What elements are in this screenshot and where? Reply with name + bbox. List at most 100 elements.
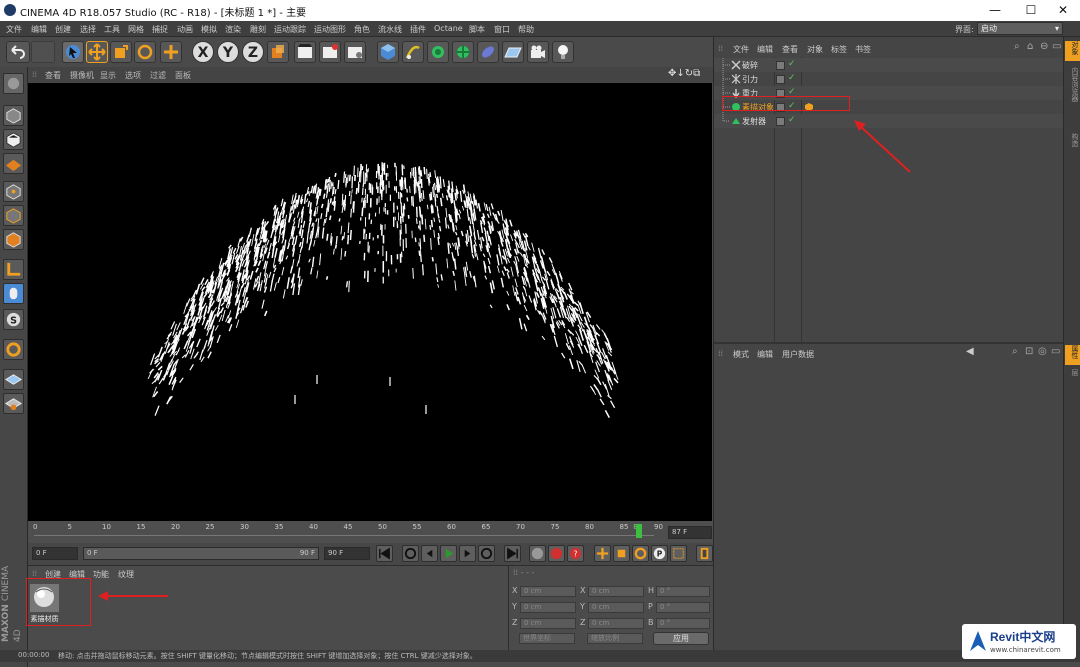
locked-workplane-button[interactable] [3,339,24,360]
axis-mode-button[interactable] [3,259,24,280]
select-tool-button[interactable] [62,41,84,63]
end-frame-field[interactable]: 90 F [324,547,370,560]
tab-attributes[interactable]: 属性 [1065,345,1080,365]
menu-octane[interactable]: Octane [434,24,463,33]
y-axis-lock-button[interactable]: Y [217,41,239,63]
scale-tool-button[interactable] [110,41,132,63]
menu-character[interactable]: 角色 [354,24,370,35]
menu-pipeline[interactable]: 流水线 [378,24,402,35]
menu-render[interactable]: 渲染 [225,24,241,35]
menu-window[interactable]: 窗口 [494,24,510,35]
pen-button[interactable] [402,41,424,63]
attribute-menu-edit[interactable]: 编辑 [757,349,773,360]
viewport-menu-options[interactable]: 选项 [125,70,141,81]
range-slider[interactable]: 0 F90 F [83,547,319,560]
planar-workplane-button[interactable] [3,369,24,390]
size-z-field[interactable]: 0 cm [588,618,644,629]
coord-mode-select[interactable]: 世界坐标 [519,633,575,644]
maximize-button[interactable]: ☐ [1014,0,1048,21]
render-settings-button[interactable] [344,41,366,63]
object-menu-view[interactable]: 查看 [782,44,798,55]
enabled-check-icon[interactable]: ✓ [788,59,796,69]
grid-workplane-button[interactable] [3,393,24,414]
light-button[interactable] [552,41,574,63]
menu-plugins[interactable]: 插件 [410,24,426,35]
key-pla-button[interactable] [670,545,687,562]
menu-motion-tracking[interactable]: 运动跟踪 [274,24,306,35]
next-key-button[interactable] [478,545,495,562]
menu-mograph[interactable]: 运动图形 [314,24,346,35]
current-frame-field[interactable]: 87 F [668,526,712,539]
menu-sculpt[interactable]: 雕刻 [250,24,266,35]
close-button[interactable]: ✕ [1046,0,1080,21]
menu-mesh[interactable]: 网格 [128,24,144,35]
visibility-toggle[interactable] [776,117,785,126]
attribute-menu-userdata[interactable]: 用户数据 [782,349,814,360]
enabled-check-icon[interactable]: ✓ [788,73,796,83]
menu-simulate[interactable]: 模拟 [201,24,217,35]
render-view-button[interactable] [294,41,316,63]
rot-b-field[interactable]: 0 ° [656,618,710,629]
tab-structure[interactable]: 构造 [1065,133,1080,147]
cube-button[interactable] [377,41,399,63]
menu-animate[interactable]: 动画 [177,24,193,35]
viewport-menu-panel[interactable]: 面板 [175,70,191,81]
subdivision-button[interactable] [427,41,449,63]
undo-button[interactable] [6,41,30,63]
move-tool-button[interactable] [86,41,108,63]
object-row-shatter[interactable]: 破碎 ✓ [714,58,1064,72]
viewport-menu-view[interactable]: 查看 [45,70,61,81]
viewport-nav-icons[interactable]: ✥↓↻⧉ [668,68,700,79]
cloner-button[interactable] [452,41,474,63]
play-button[interactable] [440,545,457,562]
camera-button[interactable] [527,41,549,63]
pos-x-field[interactable]: 0 cm [520,586,576,597]
material-menu-texture[interactable]: 纹理 [118,569,134,580]
texture-mode-button[interactable] [3,129,24,150]
search-icon[interactable]: ⌕ [1014,41,1020,52]
record-pos-button[interactable] [529,545,546,562]
back-arrow-icon[interactable]: ◀ [966,346,974,357]
autokey-button[interactable] [548,545,565,562]
layout-select[interactable]: 启动▾ [977,22,1063,35]
size-x-field[interactable]: 0 cm [588,586,644,597]
x-axis-lock-button[interactable]: X [192,41,214,63]
z-axis-lock-button[interactable]: Z [242,41,264,63]
deformer-button[interactable] [477,41,499,63]
viewport-menu-filter[interactable]: 过滤 [150,70,166,81]
menu-select[interactable]: 选择 [80,24,96,35]
home-icon[interactable]: ⌂ [1027,41,1033,52]
key-position-button[interactable] [594,545,611,562]
redo-button[interactable] [31,41,55,63]
object-menu-tags[interactable]: 标签 [831,44,847,55]
points-mode-button[interactable] [3,181,24,202]
target-icon[interactable]: ◎ [1038,346,1047,357]
edges-mode-button[interactable] [3,205,24,226]
minimize-button[interactable]: — [978,0,1012,21]
rot-h-field[interactable]: 0 ° [656,586,710,597]
snap-button[interactable]: S [3,309,24,330]
filter-icon[interactable]: ⊖ [1040,41,1048,52]
viewport-menu-cameras[interactable]: 摄像机 [70,70,94,81]
viewport-menu-display[interactable]: 显示 [100,70,116,81]
menu-file[interactable]: 文件 [6,24,22,35]
pos-z-field[interactable]: 0 cm [520,618,576,629]
polygons-mode-button[interactable] [3,229,24,250]
timeline-ruler[interactable]: 05101520253035404550556065707580858790 8… [28,521,713,543]
menu-help[interactable]: 帮助 [518,24,534,35]
visibility-toggle[interactable] [776,75,785,84]
prev-key-button[interactable] [402,545,419,562]
render-picture-viewer-button[interactable] [319,41,341,63]
goto-start-button[interactable] [376,545,393,562]
object-menu-bookmarks[interactable]: 书签 [855,44,871,55]
apply-button[interactable]: 应用 [653,632,709,645]
start-frame-field[interactable]: 0 F [32,547,78,560]
key-rotation-button[interactable] [632,545,649,562]
prev-frame-button[interactable] [421,545,438,562]
visibility-toggle[interactable] [776,61,785,70]
tab-objects[interactable]: 对象 [1065,41,1080,61]
make-editable-button[interactable] [3,73,24,94]
tweak-mode-button[interactable] [3,283,24,304]
attribute-menu-mode[interactable]: 模式 [733,349,749,360]
enabled-check-icon[interactable]: ✓ [788,115,796,125]
